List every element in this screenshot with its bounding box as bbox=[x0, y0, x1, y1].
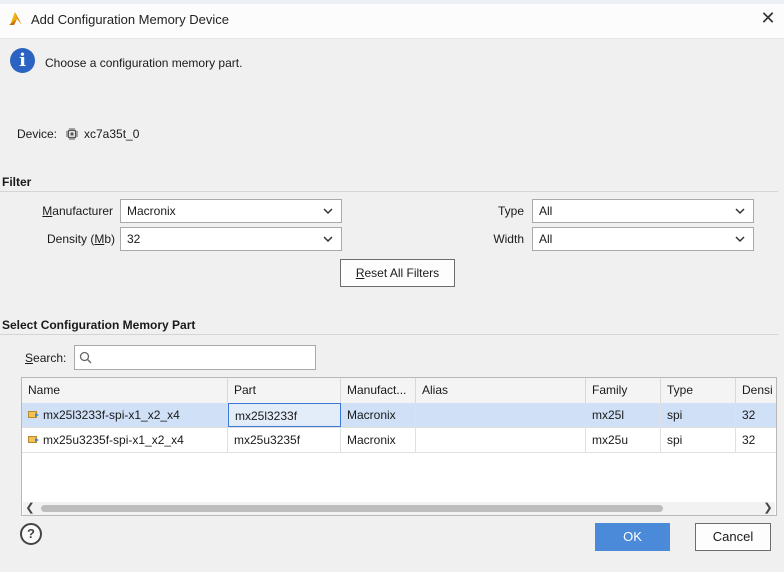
density-label: Density (Mb) bbox=[46, 232, 115, 246]
parts-divider bbox=[0, 334, 778, 335]
column-header-type[interactable]: Type bbox=[661, 378, 736, 403]
type-value: All bbox=[539, 204, 553, 218]
parts-section-title: Select Configuration Memory Part bbox=[2, 318, 196, 332]
device-label: Device: bbox=[17, 127, 58, 141]
device-value: xc7a35t_0 bbox=[84, 127, 140, 141]
cell-family: mx25u bbox=[586, 428, 661, 452]
cell-density: 32 bbox=[742, 408, 756, 422]
chevron-down-icon bbox=[735, 236, 745, 243]
scrollbar-thumb[interactable] bbox=[41, 505, 663, 512]
column-header-name[interactable]: Name bbox=[22, 378, 228, 403]
cell-alias bbox=[416, 403, 586, 427]
parts-table[interactable]: Name Part Manufact... Alias Family Type … bbox=[21, 377, 777, 516]
column-header-part[interactable]: Part bbox=[228, 378, 341, 403]
info-message: Choose a configuration memory part. bbox=[45, 56, 243, 70]
scroll-right-icon[interactable]: ❯ bbox=[761, 502, 775, 515]
search-label: Search: bbox=[25, 351, 67, 365]
manufacturer-label: Manufacturer bbox=[42, 204, 113, 218]
column-header-density[interactable]: Densi bbox=[736, 378, 776, 403]
close-button[interactable]: ✕ bbox=[758, 8, 778, 28]
chevron-down-icon bbox=[735, 208, 745, 215]
cell-manufacturer: Macronix bbox=[341, 428, 416, 452]
scroll-left-icon[interactable]: ❮ bbox=[23, 502, 37, 515]
window-top-strip bbox=[0, 0, 784, 4]
vivado-logo-icon bbox=[9, 12, 22, 25]
title-bar: Add Configuration Memory Device ✕ bbox=[0, 0, 784, 39]
window-title: Add Configuration Memory Device bbox=[31, 12, 229, 27]
cell-family: mx25l bbox=[586, 403, 661, 427]
search-field[interactable] bbox=[74, 345, 316, 370]
memory-part-icon bbox=[28, 411, 39, 418]
table-row[interactable]: mx25u3235f-spi-x1_x2_x4 mx25u3235f Macro… bbox=[22, 428, 776, 453]
cancel-button[interactable]: Cancel bbox=[695, 523, 771, 551]
cell-density: 32 bbox=[742, 433, 756, 447]
manufacturer-select[interactable]: Macronix bbox=[120, 199, 342, 223]
density-value: 32 bbox=[127, 232, 141, 246]
ok-button[interactable]: OK bbox=[595, 523, 670, 551]
cell-alias bbox=[416, 428, 586, 452]
filter-section-title: Filter bbox=[2, 175, 32, 189]
reset-all-filters-button[interactable]: Reset All Filters bbox=[340, 259, 455, 287]
help-button[interactable]: ? bbox=[20, 523, 42, 545]
chevron-down-icon bbox=[323, 236, 333, 243]
cell-part: mx25l3233f bbox=[228, 403, 341, 427]
cell-type: spi bbox=[661, 428, 736, 452]
type-label: Type bbox=[497, 204, 524, 218]
memory-part-icon bbox=[28, 436, 39, 443]
column-header-family[interactable]: Family bbox=[586, 378, 661, 403]
filter-divider bbox=[0, 191, 778, 192]
cell-name: mx25u3235f-spi-x1_x2_x4 bbox=[22, 428, 228, 452]
cell-name: mx25l3233f-spi-x1_x2_x4 bbox=[22, 403, 228, 427]
close-icon[interactable]: ✕ bbox=[760, 8, 775, 28]
search-input[interactable] bbox=[93, 348, 303, 366]
column-header-alias[interactable]: Alias bbox=[416, 378, 586, 403]
chip-icon bbox=[66, 128, 78, 140]
horizontal-scrollbar[interactable]: ❮ ❯ bbox=[23, 502, 775, 515]
manufacturer-value: Macronix bbox=[127, 204, 176, 218]
density-select[interactable]: 32 bbox=[120, 227, 342, 251]
width-select[interactable]: All bbox=[532, 227, 754, 251]
table-header: Name Part Manufact... Alias Family Type … bbox=[22, 378, 776, 404]
chevron-down-icon bbox=[323, 208, 333, 215]
cell-type: spi bbox=[661, 403, 736, 427]
type-select[interactable]: All bbox=[532, 199, 754, 223]
cell-part: mx25u3235f bbox=[228, 428, 341, 452]
table-row[interactable]: mx25l3233f-spi-x1_x2_x4 mx25l3233f Macro… bbox=[22, 403, 776, 428]
width-value: All bbox=[539, 232, 553, 246]
search-icon bbox=[79, 351, 92, 364]
info-icon: i bbox=[10, 48, 35, 73]
column-header-manufacturer[interactable]: Manufact... bbox=[341, 378, 416, 403]
cell-manufacturer: Macronix bbox=[341, 403, 416, 427]
width-label: Width bbox=[493, 232, 524, 246]
